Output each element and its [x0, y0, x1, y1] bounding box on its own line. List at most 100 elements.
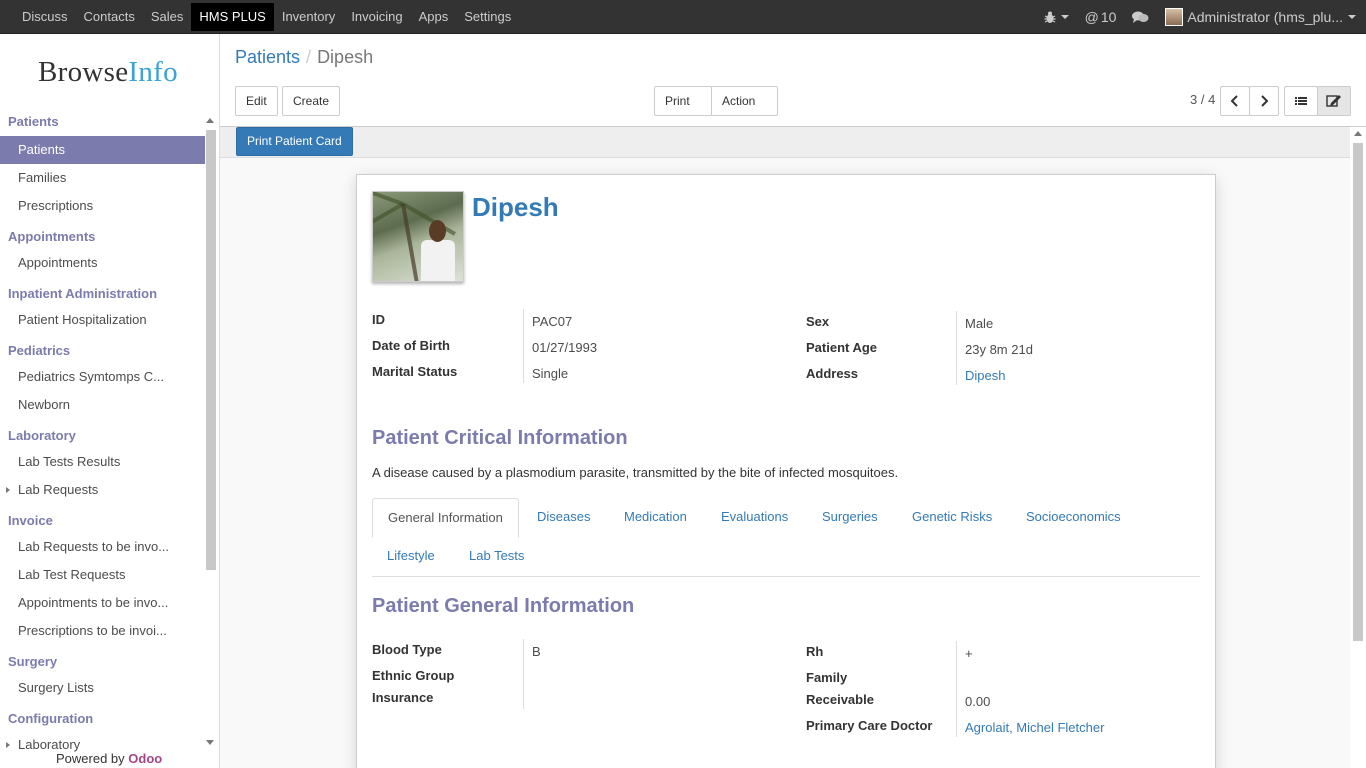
app-apps[interactable]: Apps [411, 0, 457, 34]
field-label-family: Family [806, 670, 848, 685]
sidebar-item-pediatrics-symptoms[interactable]: Pediatrics Symtomps C... [0, 363, 205, 391]
field-label-blood-type: Blood Type [372, 642, 442, 657]
sidebar-item-hospitalization[interactable]: Patient Hospitalization [0, 306, 205, 334]
app-hms-plus[interactable]: HMS PLUS [191, 3, 274, 31]
odoo-link[interactable]: Odoo [128, 751, 162, 766]
tab-diseases[interactable]: Diseases [522, 498, 605, 538]
sidebar-item-lab-tests-results[interactable]: Lab Tests Results [0, 448, 205, 476]
tab-genetic-risks[interactable]: Genetic Risks [897, 498, 1007, 538]
sidebar: BrowseInfo Patients Patients Families Pr… [0, 34, 220, 768]
top-navbar: Discuss Contacts Sales HMS PLUS Inventor… [0, 0, 1366, 34]
mentions-count: 10 [1100, 9, 1117, 25]
field-value-primary-doctor[interactable]: Agrolait, Michel Fletcher [965, 720, 1104, 735]
field-value-sex: Male [965, 316, 994, 331]
edit-button[interactable]: Edit [235, 86, 278, 116]
breadcrumb: Patients / Dipesh [235, 47, 373, 68]
sidebar-item-newborn[interactable]: Newborn [0, 391, 205, 419]
logo-text-browse: Browse [38, 56, 129, 88]
pager-value[interactable]: 3 / 4 [1190, 92, 1215, 107]
sidebar-item-patients[interactable]: Patients [0, 136, 205, 164]
sidebar-item-appointments-invoice[interactable]: Appointments to be invo... [0, 589, 205, 617]
control-panel: Patients / Dipesh Edit Create Print Action… [220, 34, 1366, 133]
app-invoicing[interactable]: Invoicing [343, 0, 410, 34]
messages-button[interactable] [1124, 11, 1157, 24]
patient-photo[interactable] [372, 191, 464, 282]
form-view: Print Patient Card Dipesh ID Date of Bir… [220, 127, 1350, 768]
field-divider [956, 641, 957, 737]
tab-lab-tests[interactable]: Lab Tests [454, 537, 539, 577]
list-icon [1295, 97, 1307, 105]
section-configuration: Configuration [8, 711, 94, 726]
scroll-up-icon[interactable] [206, 118, 214, 123]
sidebar-item-families[interactable]: Families [0, 164, 205, 192]
field-value-marital: Single [532, 366, 569, 381]
user-name: Administrator (hms_plu... [1187, 9, 1343, 25]
sidebar-item-lab-requests[interactable]: Lab Requests [0, 476, 205, 504]
edit-icon [1326, 95, 1341, 107]
sidebar-item-prescriptions[interactable]: Prescriptions [0, 192, 205, 220]
create-button[interactable]: Create [282, 86, 341, 116]
pager-previous-button[interactable] [1220, 86, 1250, 116]
form-view-button[interactable] [1317, 86, 1351, 116]
app-sales[interactable]: Sales [143, 0, 192, 34]
sidebar-item-prescriptions-invoice[interactable]: Prescriptions to be invoi... [0, 617, 205, 645]
tab-socioeconomics[interactable]: Socioeconomics [1011, 498, 1136, 538]
field-label-sex: Sex [806, 314, 830, 329]
app-discuss[interactable]: Discuss [14, 0, 76, 34]
scroll-up-icon[interactable] [1354, 131, 1362, 136]
field-divider [523, 639, 524, 709]
general-info-title: Patient General Information [372, 595, 635, 617]
form-sheet: Dipesh ID Date of Birth Marital Status P… [356, 174, 1216, 768]
action-dropdown[interactable]: Action [711, 86, 778, 133]
field-value-receivable: 0.00 [965, 694, 991, 709]
section-inpatient: Inpatient Administration [8, 286, 158, 301]
scroll-down-icon[interactable] [206, 740, 214, 745]
pager-next-button[interactable] [1249, 86, 1279, 116]
sidebar-item-lab-requests-invoice[interactable]: Lab Requests to be invo... [0, 533, 205, 561]
caret-right-icon [6, 487, 10, 493]
field-label-marital: Marital Status [372, 364, 458, 379]
debug-menu[interactable] [1036, 11, 1077, 24]
print-dropdown[interactable]: Print [654, 86, 712, 133]
tab-medication[interactable]: Medication [609, 498, 702, 538]
critical-info-title: Patient Critical Information [372, 427, 628, 449]
chevron-left-icon [1230, 95, 1238, 107]
breadcrumb-patients[interactable]: Patients [235, 47, 300, 67]
tab-surgeries[interactable]: Surgeries [807, 498, 893, 538]
field-divider [956, 311, 957, 385]
notebook-tabs: General Information Diseases Medication … [372, 498, 1200, 577]
section-surgery: Surgery [8, 654, 58, 669]
tab-evaluations[interactable]: Evaluations [706, 498, 803, 538]
mentions-button[interactable]: @10 [1077, 9, 1125, 25]
tab-lifestyle[interactable]: Lifestyle [372, 537, 450, 577]
print-patient-card-button[interactable]: Print Patient Card [236, 127, 353, 156]
field-value-dob: 01/27/1993 [532, 340, 598, 355]
sidebar-menu: Patients Patients Families Prescriptions… [0, 112, 205, 759]
sidebar-item-lab-test-requests[interactable]: Lab Test Requests [0, 561, 205, 589]
sidebar-item-label: Lab Requests [18, 482, 99, 497]
sidebar-item-surgery-lists[interactable]: Surgery Lists [0, 674, 205, 702]
app-inventory[interactable]: Inventory [274, 0, 343, 34]
critical-info-text: A disease caused by a plasmodium parasit… [372, 465, 899, 480]
scrollbar-thumb[interactable] [1353, 143, 1363, 641]
sidebar-item-appointments[interactable]: Appointments [0, 249, 205, 277]
app-settings[interactable]: Settings [456, 0, 519, 34]
form-statusbar: Print Patient Card [220, 127, 1350, 158]
breadcrumb-current: Dipesh [317, 47, 374, 67]
field-value-address[interactable]: Dipesh [965, 368, 1005, 383]
sidebar-item-label: Laboratory [18, 737, 81, 752]
field-label-dob: Date of Birth [372, 338, 450, 353]
tab-general-information[interactable]: General Information [372, 498, 519, 538]
scrollbar-thumb[interactable] [206, 130, 216, 570]
field-label-id: ID [372, 312, 385, 327]
app-contacts[interactable]: Contacts [76, 0, 143, 34]
company-logo[interactable]: BrowseInfo [38, 56, 178, 89]
main-scrollbar[interactable] [1352, 127, 1364, 768]
sidebar-scrollbar[interactable] [205, 118, 217, 744]
field-value-age: 23y 8m 21d [965, 342, 1033, 357]
list-view-button[interactable] [1284, 86, 1318, 116]
user-menu[interactable]: Administrator (hms_plu... [1157, 8, 1366, 26]
bug-icon [1044, 11, 1056, 23]
chevron-down-icon [1060, 15, 1069, 19]
field-label-primary-doctor: Primary Care Doctor [806, 718, 933, 733]
